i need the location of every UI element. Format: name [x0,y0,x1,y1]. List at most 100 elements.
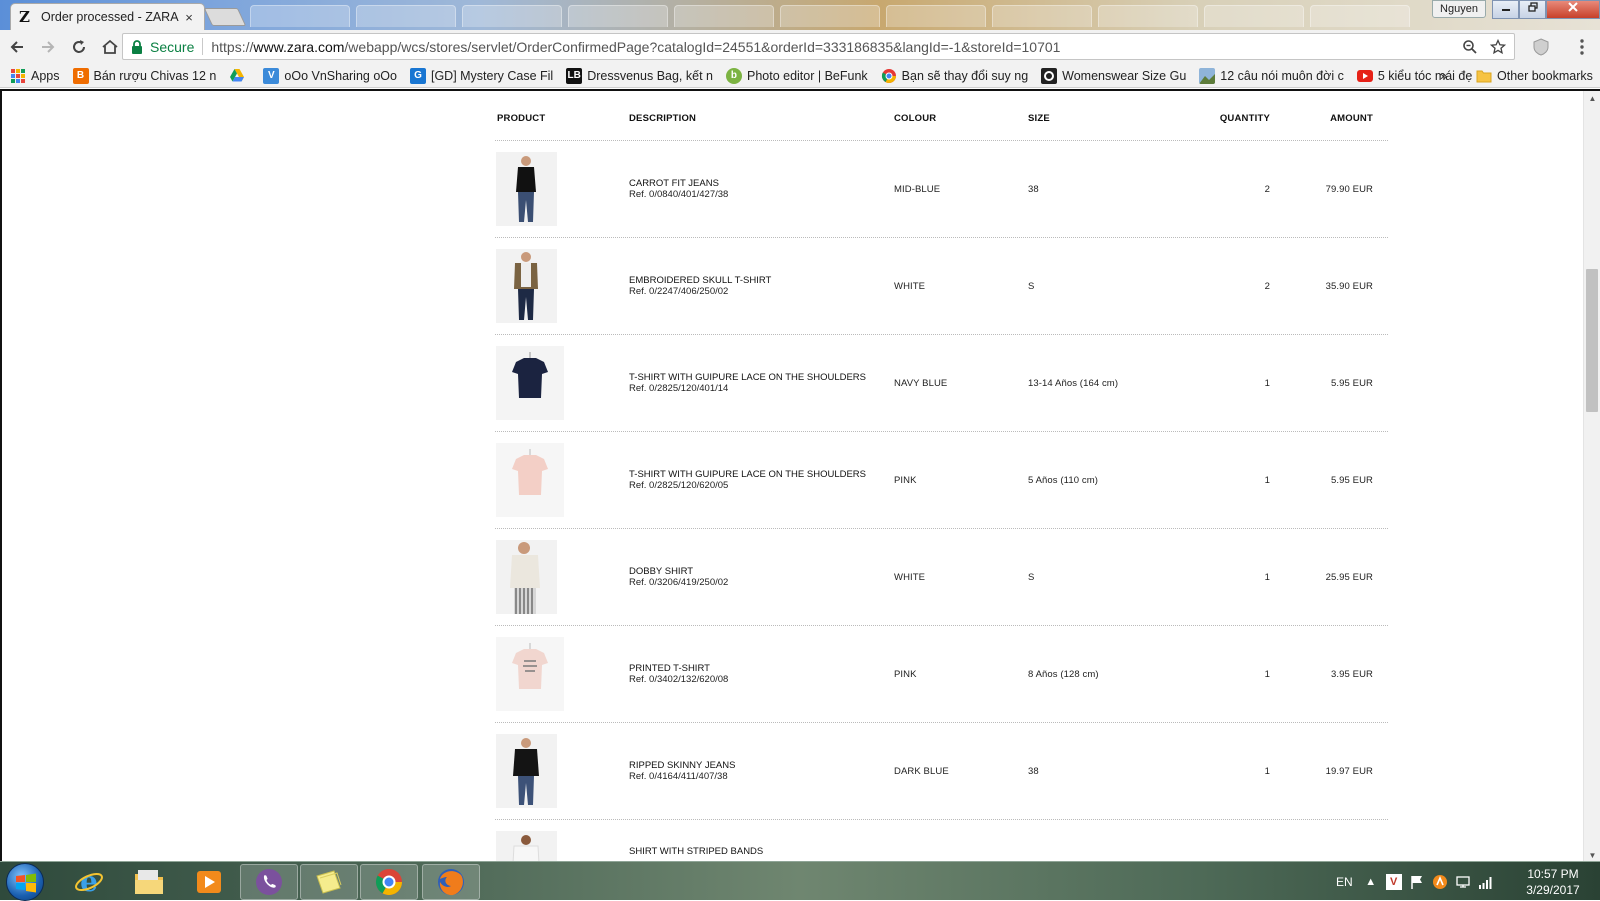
close-window-button[interactable] [1546,0,1600,19]
window-title-bar: Z Order processed - ZARA × Nguyen [0,0,1600,30]
bookmark-item[interactable]: B Bán rượu Chivas 12 n [72,67,216,84]
background-tab[interactable] [1310,5,1410,27]
taskbar-sticky-notes[interactable] [300,864,358,900]
bookmark-star-button[interactable] [1486,35,1510,59]
new-tab-button[interactable] [203,8,247,26]
bookmark-item[interactable]: LB Dressvenus Bag, kết n [566,67,713,84]
background-tab[interactable] [886,5,986,27]
man-white-shirt-image [496,540,557,614]
product-thumbnail[interactable] [496,734,557,808]
tab-close-icon[interactable]: × [182,10,196,25]
scroll-up-arrow-icon[interactable]: ▲ [1588,94,1597,103]
clock-date: 3/29/2017 [1526,883,1580,897]
taskbar-viber[interactable] [240,864,298,900]
bookmark-favicon-icon: LB [566,67,583,84]
header-product: PRODUCT [497,113,546,124]
url-text[interactable]: https://www.zara.com/webapp/wcs/stores/s… [211,39,1458,55]
product-colour: WHITE [894,281,926,292]
taskbar-media-player[interactable] [180,864,238,900]
product-size: 8 Años (128 cm) [1028,669,1099,680]
close-icon [1568,2,1578,12]
shield-extension-icon[interactable] [1532,38,1550,56]
product-colour: PINK [894,475,917,486]
background-tab[interactable] [674,5,774,27]
man-jacket-tee-image [496,249,557,323]
taskbar-file-explorer[interactable] [120,864,178,900]
other-bookmarks-folder[interactable]: Other bookmarks [1472,64,1600,87]
folder-icon [135,870,163,894]
table-row: SHIRT WITH STRIPED BANDS [495,820,1388,861]
product-quantity: 1 [1264,766,1270,777]
product-thumbnail[interactable] [496,540,557,614]
address-bar[interactable]: Secure https://www.zara.com/webapp/wcs/s… [122,33,1515,60]
bookmark-apps[interactable]: Apps [10,68,60,84]
show-hidden-icons-icon[interactable]: ▲ [1363,874,1379,890]
taskbar-internet-explorer[interactable]: e [60,864,118,900]
active-tab[interactable]: Z Order processed - ZARA × [10,3,205,30]
home-button[interactable] [96,33,124,61]
arrow-right-icon [42,41,55,53]
man-black-sweater-image [496,734,557,808]
product-thumbnail[interactable] [496,637,564,711]
input-language[interactable]: EN [1336,875,1353,889]
reload-button[interactable] [65,33,93,61]
bookmark-item[interactable]: V oOo VnSharing oOo [263,67,397,84]
minimize-button[interactable] [1492,0,1519,19]
profile-button[interactable]: Nguyen [1432,0,1486,18]
taskbar-google-chrome[interactable] [360,864,418,900]
product-ref: Ref. 0/3206/419/250/02 [629,577,729,588]
bookmark-label: Womenswear Size Gu [1062,68,1187,83]
bookmark-item[interactable]: Womenswear Size Gu [1041,67,1187,84]
taskbar-clock[interactable]: 10:57 PM 3/29/2017 [1520,866,1586,898]
background-tab[interactable] [250,5,350,27]
youtube-icon [1356,69,1373,82]
wifi-signal-icon[interactable] [1478,874,1494,890]
avast-tray-icon[interactable] [1432,874,1448,890]
header-description: DESCRIPTION [629,113,697,124]
network-adapter-icon[interactable] [1455,874,1471,890]
bookmark-item[interactable]: Bạn sẽ thay đổi suy ng [881,68,1028,84]
product-thumbnail[interactable] [496,831,557,861]
bookmark-item[interactable]: 12 câu nói muôn đời c [1199,67,1344,84]
landscape-favicon-icon [1199,67,1216,84]
bookmark-item[interactable] [229,68,250,84]
bookmarks-overflow-button[interactable]: » [1440,64,1447,87]
product-thumbnail[interactable] [496,443,564,517]
pink-tee-image [496,443,564,517]
start-button[interactable] [6,863,44,901]
table-row: PRINTED T-SHIRT Ref. 0/3402/132/620/08 P… [495,626,1388,723]
product-size: 38 [1028,184,1039,195]
vivaldi-tray-icon[interactable]: V [1385,873,1402,890]
kebab-menu-icon[interactable] [1574,38,1590,56]
background-tab[interactable] [462,5,562,27]
scrollbar-thumb[interactable] [1586,269,1598,412]
background-tab[interactable] [1098,5,1198,27]
page-scrollbar[interactable]: ▲ ▼ [1583,91,1600,861]
product-quantity: 1 [1264,572,1270,583]
background-tab[interactable] [1204,5,1304,27]
bookmark-favicon-icon: G [409,67,426,84]
product-thumbnail[interactable] [496,346,564,420]
background-tab[interactable] [992,5,1092,27]
forward-button[interactable] [34,33,62,61]
bookmark-item[interactable]: b Photo editor | BeFunk [725,67,868,84]
background-tab[interactable] [568,5,668,27]
background-tab[interactable] [356,5,456,27]
restore-button[interactable] [1519,0,1546,19]
zoom-button[interactable] [1458,35,1482,59]
product-thumbnail[interactable] [496,249,557,323]
back-button[interactable] [3,33,31,61]
order-items-table: PRODUCT DESCRIPTION COLOUR SIZE QUANTITY… [495,91,1388,861]
product-thumbnail[interactable] [496,152,557,226]
background-tab[interactable] [780,5,880,27]
product-ref: Ref. 0/4164/411/407/38 [629,771,728,782]
scroll-down-arrow-icon[interactable]: ▼ [1588,851,1597,860]
bookmark-label: 12 câu nói muôn đời c [1220,68,1344,83]
product-ref: Ref. 0/3402/132/620/08 [629,674,729,685]
bookmark-item[interactable]: G [GD] Mystery Case Fil [409,67,553,84]
action-center-flag-icon[interactable] [1409,874,1425,890]
product-name: PRINTED T-SHIRT [629,663,710,674]
taskbar-firefox[interactable] [422,864,480,900]
product-size: S [1028,281,1035,292]
clock-time: 10:57 PM [1527,867,1579,881]
